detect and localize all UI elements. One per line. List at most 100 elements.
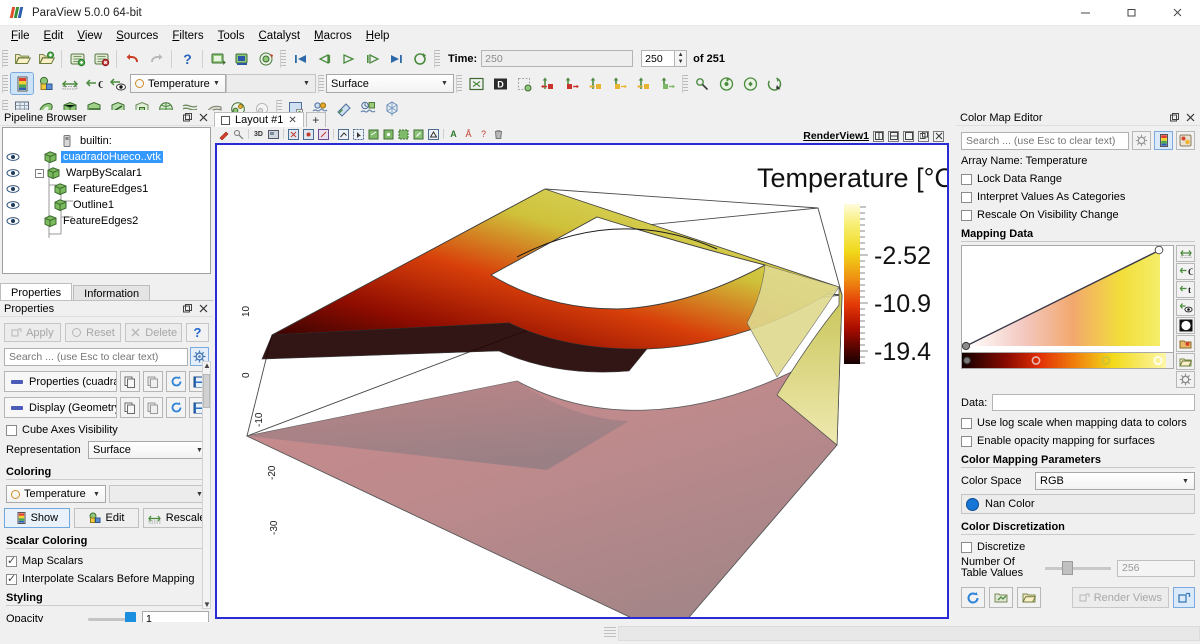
properties-coloring-array-combo[interactable]: Temperature ▼ bbox=[6, 485, 106, 503]
properties-search-input[interactable] bbox=[4, 348, 188, 366]
advanced-options-icon[interactable] bbox=[1176, 371, 1195, 388]
nan-color-row[interactable]: Nan Color bbox=[961, 494, 1195, 514]
undock-icon[interactable] bbox=[183, 304, 192, 313]
pipeline-tree[interactable]: builtin: cuadradoHueco..vtk − bbox=[2, 127, 211, 274]
paste-display-icon[interactable] bbox=[143, 397, 163, 418]
close-icon[interactable] bbox=[199, 113, 208, 122]
discretize-row[interactable]: Discretize bbox=[961, 541, 1191, 553]
recent-files-icon[interactable] bbox=[35, 48, 57, 69]
map-scalars-checkbox[interactable] bbox=[6, 556, 17, 567]
save-preset-icon[interactable] bbox=[1176, 353, 1195, 370]
rescale-to-custom-range-icon[interactable]: C bbox=[1176, 263, 1195, 280]
visibility-eye-icon[interactable] bbox=[3, 216, 23, 226]
maximize-view-icon[interactable] bbox=[903, 131, 914, 142]
pipeline-item-outline1[interactable]: Outline1 bbox=[3, 197, 210, 213]
opacity-transfer-function[interactable] bbox=[961, 245, 1174, 353]
pipeline-item-featureedges1[interactable]: FeatureEdges1 bbox=[3, 181, 210, 197]
close-layout-icon[interactable]: ✕ bbox=[288, 115, 296, 126]
reset-display-icon[interactable] bbox=[166, 397, 186, 418]
show-colorbar-button[interactable]: Show bbox=[4, 508, 70, 528]
menu-view[interactable]: View bbox=[70, 28, 109, 44]
hover-points-icon[interactable] bbox=[367, 128, 380, 140]
rescale-to-custom-range-icon[interactable]: C bbox=[83, 73, 105, 94]
rescale-visibility-checkbox[interactable] bbox=[961, 210, 972, 221]
menu-macros[interactable]: Macros bbox=[307, 28, 359, 44]
set-view-plus-y-icon[interactable] bbox=[585, 73, 607, 94]
pipeline-item-cuadradohueco[interactable]: cuadradoHueco..vtk bbox=[3, 149, 210, 165]
menu-file[interactable]: File bbox=[4, 28, 37, 44]
color-transfer-function[interactable] bbox=[961, 353, 1174, 369]
open-file-icon[interactable] bbox=[11, 48, 33, 69]
undo-icon[interactable] bbox=[121, 48, 143, 69]
select-surface-cells-icon[interactable] bbox=[287, 128, 300, 140]
expand-toggle-icon[interactable]: − bbox=[35, 169, 44, 178]
cube-axes-visibility-row[interactable]: Cube Axes Visibility bbox=[6, 424, 209, 436]
split-vertical-icon[interactable] bbox=[888, 131, 899, 142]
properties-coloring-component-combo[interactable]: ▼ bbox=[109, 485, 209, 503]
choose-preset-icon[interactable] bbox=[1176, 131, 1195, 150]
help-icon[interactable]: ? bbox=[176, 48, 198, 69]
rescale-to-visible-range-icon[interactable] bbox=[1176, 299, 1195, 316]
visibility-eye-icon[interactable] bbox=[3, 184, 23, 194]
opacity-mapping-row[interactable]: Enable opacity mapping for surfaces bbox=[961, 435, 1191, 447]
rotate-toolbar-grip[interactable] bbox=[682, 75, 688, 93]
menu-tools[interactable]: Tools bbox=[211, 28, 252, 44]
select-cells-icon[interactable] bbox=[217, 128, 230, 140]
apply-button[interactable]: Apply bbox=[4, 323, 61, 342]
paste-properties-icon[interactable] bbox=[143, 371, 163, 392]
menu-catalyst[interactable]: Catalyst bbox=[251, 28, 307, 44]
hover-cells-icon[interactable] bbox=[382, 128, 395, 140]
next-frame-icon[interactable] bbox=[361, 48, 383, 69]
toolbar-grip[interactable] bbox=[2, 50, 8, 68]
close-button[interactable] bbox=[1154, 0, 1200, 26]
delete-button[interactable]: Delete bbox=[125, 323, 182, 342]
zoom-to-data-icon[interactable] bbox=[397, 128, 410, 140]
rescale-to-visible-range-icon[interactable] bbox=[107, 73, 129, 94]
nan-color-swatch[interactable] bbox=[966, 498, 979, 511]
representation-toolbar-grip[interactable] bbox=[318, 75, 324, 93]
pick-center-icon[interactable] bbox=[691, 73, 713, 94]
properties-scrollbar[interactable]: ▲ ▼ bbox=[202, 361, 211, 609]
tab-layout-1[interactable]: Layout #1 ✕ bbox=[214, 112, 304, 127]
pipeline-item-warpbyscalar1[interactable]: − WarpByScalar1 bbox=[3, 165, 210, 181]
play-icon[interactable] bbox=[337, 48, 359, 69]
render-views-button[interactable]: Render Views bbox=[1072, 587, 1169, 608]
advanced-options-icon[interactable] bbox=[1132, 131, 1151, 150]
pipeline-item-featureedges2[interactable]: FeatureEdges2 bbox=[3, 213, 210, 229]
coloring-component-combo[interactable]: ▼ bbox=[226, 74, 316, 93]
select-frustum-cells-icon[interactable] bbox=[317, 128, 330, 140]
zoom-to-box-icon[interactable]: D bbox=[489, 73, 511, 94]
frame-index-field[interactable]: 250 bbox=[641, 50, 675, 67]
menu-edit[interactable]: Edit bbox=[37, 28, 71, 44]
set-view-minus-x-icon[interactable] bbox=[561, 73, 583, 94]
rotate-90-cw-icon[interactable] bbox=[739, 73, 761, 94]
properties-help-button[interactable]: ? bbox=[186, 323, 209, 342]
zoom-closest-icon[interactable] bbox=[412, 128, 425, 140]
camera-toolbar-grip[interactable] bbox=[456, 75, 462, 93]
log-scale-checkbox[interactable] bbox=[961, 418, 972, 429]
select-points-icon[interactable] bbox=[232, 128, 245, 140]
representation-combo[interactable]: Surface ▼ bbox=[326, 74, 454, 93]
menu-help[interactable]: Help bbox=[359, 28, 397, 44]
update-colormap-icon[interactable] bbox=[961, 587, 985, 608]
close-view-icon[interactable] bbox=[933, 131, 944, 142]
undock-icon[interactable] bbox=[183, 113, 192, 122]
undock-view-icon[interactable] bbox=[918, 131, 929, 142]
scale-annotation-icon[interactable]: Å bbox=[462, 128, 475, 140]
camera-link-icon[interactable] bbox=[267, 128, 280, 140]
log-scale-row[interactable]: Use log scale when mapping data to color… bbox=[961, 417, 1191, 429]
previous-frame-icon[interactable] bbox=[313, 48, 335, 69]
render-view-canvas[interactable]: Temperature [°C] bbox=[217, 145, 947, 617]
redo-icon[interactable] bbox=[145, 48, 167, 69]
properties-group-header[interactable]: Properties (cuadra bbox=[4, 371, 117, 392]
reset-camera-icon[interactable] bbox=[465, 73, 487, 94]
center-axes-icon[interactable] bbox=[763, 73, 785, 94]
rescale-to-data-range-icon[interactable] bbox=[1176, 245, 1195, 262]
rotate-90-ccw-icon[interactable] bbox=[715, 73, 737, 94]
invert-transfer-function-icon[interactable] bbox=[1176, 317, 1195, 334]
undock-icon[interactable] bbox=[1170, 113, 1179, 122]
opacity-mapping-checkbox[interactable] bbox=[961, 436, 972, 447]
lock-data-range-checkbox[interactable] bbox=[961, 174, 972, 185]
auto-apply-icon[interactable] bbox=[1173, 587, 1195, 608]
coloring-toolbar-grip[interactable] bbox=[2, 75, 8, 93]
